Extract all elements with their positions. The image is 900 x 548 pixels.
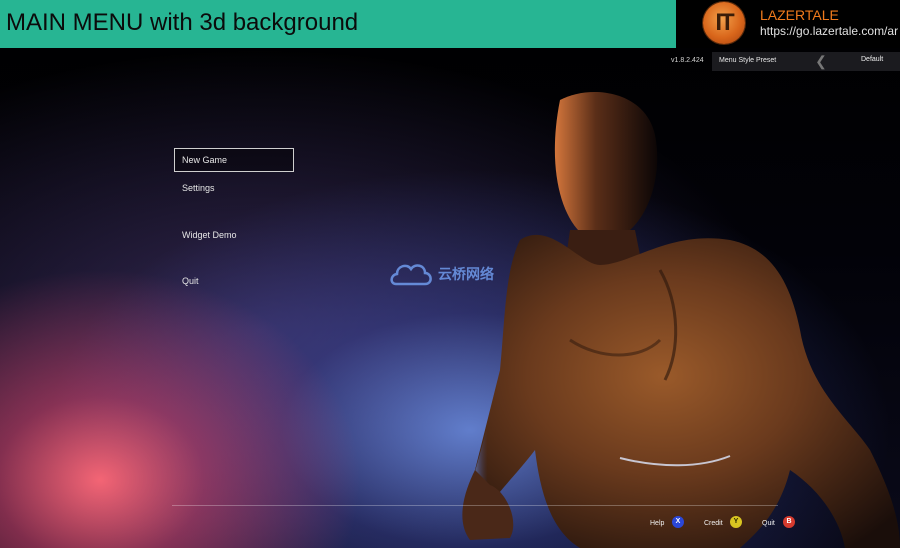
menu-style-preset-label: Menu Style Preset	[719, 57, 777, 64]
hint-credit-label: Credit	[704, 520, 723, 527]
menu-item-new-game[interactable]: New Game	[174, 148, 294, 172]
watermark-text: 云桥网络	[438, 266, 494, 282]
credit-button[interactable]: Y	[730, 516, 742, 528]
help-button[interactable]: X	[672, 516, 684, 528]
mannequin-body	[462, 91, 900, 548]
main-menu-screen: MAIN MENU with 3d background IT LAZERTAL…	[0, 0, 900, 548]
menu-item-settings[interactable]: Settings	[174, 176, 294, 200]
chevron-left-icon[interactable]: ❮	[814, 52, 828, 71]
brand-logo: IT	[703, 2, 745, 44]
page-title: MAIN MENU with 3d background	[6, 9, 359, 36]
version-label: v1.8.2.424	[671, 57, 704, 64]
brand-url: https://go.lazertale.com/ar	[760, 24, 899, 38]
bottom-divider	[172, 505, 778, 506]
mannequin-figure	[462, 91, 900, 548]
brand-name: LAZERTALE	[760, 7, 839, 23]
quit-button[interactable]: B	[783, 516, 795, 528]
hint-quit-label: Quit	[762, 520, 775, 527]
menu-item-widget-demo[interactable]: Widget Demo	[174, 223, 294, 247]
hint-help-label: Help	[650, 520, 665, 527]
menu-item-quit[interactable]: Quit	[174, 269, 294, 293]
menu-style-preset-value: Default	[861, 56, 884, 63]
